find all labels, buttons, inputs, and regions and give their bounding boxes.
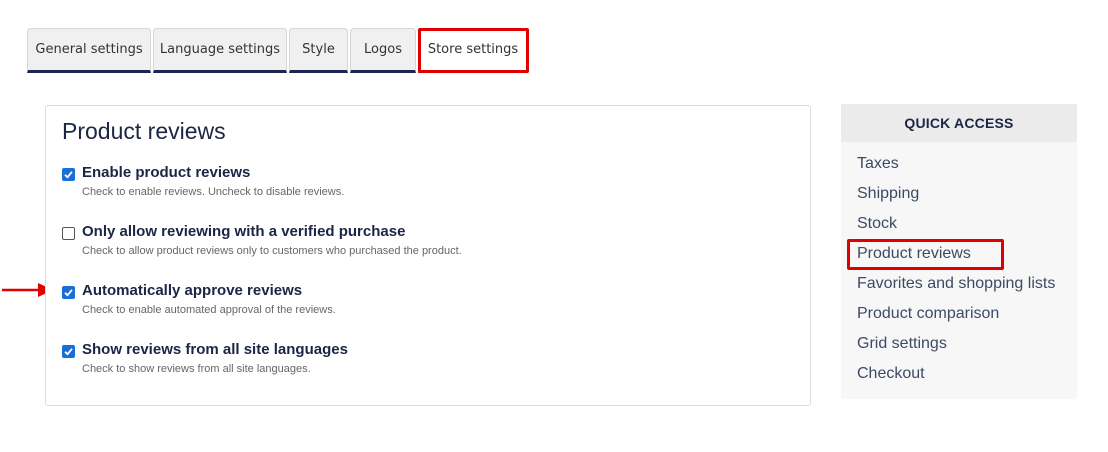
checkmark-icon (64, 289, 73, 297)
quick-access-panel: QUICK ACCESS Taxes Shipping Stock Produc… (841, 104, 1077, 399)
verified-purchase-checkbox[interactable] (62, 227, 75, 240)
checkmark-icon (64, 171, 73, 179)
tab-style[interactable]: Style (289, 28, 348, 73)
quick-access-stock[interactable]: Stock (857, 215, 897, 233)
option-help-text: Check to show reviews from all site lang… (82, 363, 311, 375)
quick-access-favorites[interactable]: Favorites and shopping lists (857, 275, 1055, 293)
option-label: Automatically approve reviews (82, 282, 303, 299)
option-label: Enable product reviews (82, 164, 251, 181)
quick-access-product-reviews[interactable]: Product reviews (857, 245, 971, 263)
tab-logos[interactable]: Logos (350, 28, 416, 73)
quick-access-title: QUICK ACCESS (841, 104, 1077, 142)
quick-access-product-comparison[interactable]: Product comparison (857, 305, 999, 323)
tab-language-settings[interactable]: Language settings (153, 28, 287, 73)
quick-access-grid-settings[interactable]: Grid settings (857, 335, 947, 353)
quick-access-taxes[interactable]: Taxes (857, 155, 899, 173)
option-help-text: Check to enable automated approval of th… (82, 304, 336, 316)
auto-approve-checkbox[interactable] (62, 286, 75, 299)
all-languages-checkbox[interactable] (62, 345, 75, 358)
quick-access-shipping[interactable]: Shipping (857, 185, 919, 203)
option-label: Show reviews from all site languages (82, 341, 348, 358)
option-label: Only allow reviewing with a verified pur… (82, 223, 406, 240)
enable-reviews-checkbox[interactable] (62, 168, 75, 181)
tab-store-settings[interactable]: Store settings (418, 28, 528, 73)
option-help-text: Check to allow product reviews only to c… (82, 245, 462, 257)
product-reviews-panel: Product reviews Enable product reviews C… (45, 105, 811, 406)
option-help-text: Check to enable reviews. Uncheck to disa… (82, 186, 345, 198)
tab-general-settings[interactable]: General settings (27, 28, 151, 73)
quick-access-checkout[interactable]: Checkout (857, 365, 925, 383)
panel-title: Product reviews (62, 118, 226, 144)
checkmark-icon (64, 348, 73, 356)
